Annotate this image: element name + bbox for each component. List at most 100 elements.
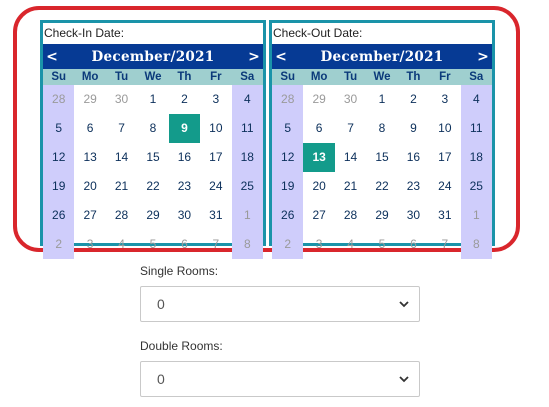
day-cell[interactable]: 28 — [272, 85, 304, 114]
day-cell[interactable]: 1 — [366, 85, 397, 114]
selected-day-cell[interactable]: 13 — [303, 143, 335, 172]
day-cell[interactable]: 10 — [429, 114, 460, 143]
checkout-prev-button[interactable]: < — [275, 49, 287, 65]
day-cell[interactable]: 3 — [74, 230, 105, 259]
day-cell[interactable]: 2 — [272, 230, 304, 259]
day-cell[interactable]: 30 — [335, 85, 366, 114]
day-cell[interactable]: 20 — [303, 172, 334, 201]
day-cell[interactable]: 11 — [231, 114, 263, 143]
day-cell[interactable]: 29 — [303, 85, 334, 114]
day-cell[interactable]: 17 — [429, 143, 460, 172]
double-rooms-select[interactable]: 0 — [140, 361, 420, 397]
day-cell[interactable]: 14 — [106, 143, 137, 172]
day-cell[interactable]: 29 — [74, 85, 105, 114]
selected-day-cell[interactable]: 9 — [168, 114, 201, 143]
checkin-next-button[interactable]: > — [248, 49, 260, 65]
day-cell[interactable]: 1 — [460, 201, 492, 230]
day-cell[interactable]: 24 — [429, 172, 460, 201]
day-cell[interactable]: 10 — [200, 114, 231, 143]
weekday-header: Th — [177, 71, 192, 83]
day-cell[interactable]: 18 — [231, 143, 263, 172]
day-cell[interactable]: 26 — [272, 201, 304, 230]
day-cell[interactable]: 12 — [272, 143, 304, 172]
day-cell[interactable]: 28 — [106, 201, 137, 230]
day-cell[interactable]: 11 — [460, 114, 492, 143]
day-cell[interactable]: 8 — [137, 114, 168, 143]
day-cell[interactable]: 5 — [137, 230, 168, 259]
day-cell[interactable]: 8 — [366, 114, 397, 143]
day-cell[interactable]: 1 — [137, 85, 168, 114]
day-cell[interactable]: 6 — [74, 114, 105, 143]
day-cell[interactable]: 5 — [272, 114, 304, 143]
day-cell[interactable]: 25 — [460, 172, 492, 201]
day-cell[interactable]: 13 — [74, 143, 105, 172]
day-cell[interactable]: 3 — [429, 85, 460, 114]
day-cell[interactable]: 22 — [366, 172, 397, 201]
day-cell[interactable]: 21 — [106, 172, 137, 201]
day-cell[interactable]: 4 — [335, 230, 366, 259]
day-cell[interactable]: 31 — [429, 201, 460, 230]
day-cell[interactable]: 30 — [398, 201, 429, 230]
day-cell[interactable]: 19 — [272, 172, 304, 201]
day-cell[interactable]: 30 — [169, 201, 200, 230]
day-cell[interactable]: 6 — [303, 114, 334, 143]
day-cell[interactable]: 8 — [460, 230, 492, 259]
day-cell[interactable]: 27 — [74, 201, 105, 230]
single-rooms-select[interactable]: 0 — [140, 286, 420, 322]
day-cell[interactable]: 31 — [200, 201, 231, 230]
weekday-header: Tu — [343, 71, 358, 83]
day-cell[interactable]: 7 — [106, 114, 137, 143]
checkout-next-button[interactable]: > — [477, 49, 489, 65]
day-cell[interactable]: 21 — [335, 172, 366, 201]
single-rooms-label: Single Rooms: — [140, 264, 219, 278]
day-cell[interactable]: 2 — [169, 85, 200, 114]
day-cell[interactable]: 23 — [169, 172, 200, 201]
checkin-calendar: Check-In Date: < December/2021 > Su Mo Tu W… — [40, 20, 266, 259]
day-cell[interactable]: 14 — [335, 143, 366, 172]
day-cell[interactable]: 3 — [303, 230, 334, 259]
day-cell[interactable]: 5 — [43, 114, 75, 143]
day-cell[interactable]: 15 — [137, 143, 168, 172]
day-cell[interactable]: 5 — [366, 230, 397, 259]
checkout-calendar: Check-Out Date: < December/2021 > Su Mo Tu… — [269, 20, 495, 259]
day-cell[interactable]: 28 — [43, 85, 75, 114]
day-cell[interactable]: 16 — [398, 143, 429, 172]
day-cell[interactable]: 26 — [43, 201, 75, 230]
day-cell[interactable]: 19 — [43, 172, 75, 201]
day-cell[interactable]: 6 — [169, 230, 200, 259]
day-cell[interactable]: 30 — [106, 85, 137, 114]
weekday-header: Su — [51, 71, 67, 83]
day-cell[interactable]: 9 — [398, 114, 429, 143]
day-cell[interactable]: 16 — [169, 143, 200, 172]
day-cell[interactable]: 24 — [200, 172, 231, 201]
day-cell[interactable]: 4 — [106, 230, 137, 259]
day-cell[interactable]: 15 — [366, 143, 397, 172]
day-cell[interactable]: 7 — [429, 230, 460, 259]
day-cell[interactable]: 28 — [335, 201, 366, 230]
day-cell[interactable]: 2 — [398, 85, 429, 114]
day-cell[interactable]: 1 — [231, 201, 263, 230]
day-cell[interactable]: 4 — [460, 85, 492, 114]
day-cell[interactable]: 6 — [398, 230, 429, 259]
day-cell[interactable]: 29 — [366, 201, 397, 230]
day-cell[interactable]: 17 — [200, 143, 231, 172]
day-cell[interactable]: 2 — [43, 230, 75, 259]
day-cell[interactable]: 3 — [200, 85, 231, 114]
day-cell[interactable]: 12 — [43, 143, 75, 172]
day-cell[interactable]: 4 — [231, 85, 263, 114]
day-cell[interactable]: 8 — [231, 230, 263, 259]
weekday-header: Fr — [210, 71, 222, 83]
day-cell[interactable]: 7 — [335, 114, 366, 143]
chevron-down-icon — [399, 376, 409, 383]
day-cell[interactable]: 20 — [74, 172, 105, 201]
double-rooms-label: Double Rooms: — [140, 339, 223, 353]
weekday-header: Fr — [439, 71, 451, 83]
day-cell[interactable]: 23 — [398, 172, 429, 201]
day-cell[interactable]: 7 — [200, 230, 231, 259]
day-cell[interactable]: 27 — [303, 201, 334, 230]
day-cell[interactable]: 25 — [231, 172, 263, 201]
day-cell[interactable]: 22 — [137, 172, 168, 201]
day-cell[interactable]: 18 — [460, 143, 492, 172]
day-cell[interactable]: 29 — [137, 201, 168, 230]
checkin-prev-button[interactable]: < — [46, 49, 58, 65]
